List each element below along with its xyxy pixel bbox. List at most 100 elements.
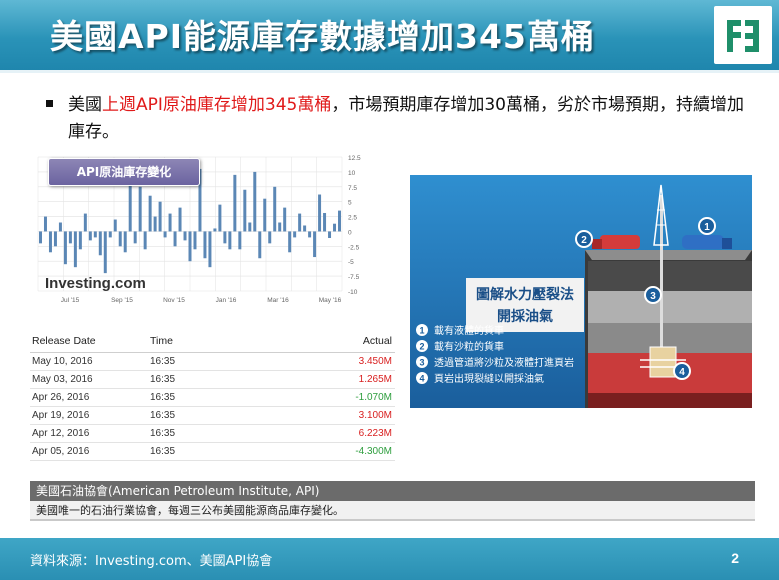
- release-date-cell: Apr 12, 2016: [30, 424, 150, 443]
- chart-bar: [138, 186, 142, 232]
- x-tick-label: Mar '16: [267, 297, 289, 304]
- y-tick-label: -2.5: [348, 244, 360, 251]
- legend-number: 2: [419, 342, 424, 352]
- api-description: 美國唯一的石油行業協會，每週三公布美國能源商品庫存變化。: [30, 501, 755, 521]
- chart-bar: [283, 207, 287, 232]
- illustration-title-line-1: 圖解水力壓裂法: [476, 286, 574, 303]
- chart-bar: [113, 219, 117, 232]
- legend-number: 1: [419, 326, 424, 336]
- legend-text: 頁岩出現裂縫以開採油氣: [434, 372, 544, 385]
- release-date-cell: Apr 05, 2016: [30, 442, 150, 461]
- chart-bar: [313, 231, 317, 258]
- api-heading: 美國石油協會(American Petroleum Institute, API…: [30, 481, 755, 501]
- release-date-cell: May 10, 2016: [30, 352, 150, 371]
- chart-bar: [83, 213, 87, 232]
- legend-item: 4 頁岩出現裂縫以開採油氣: [416, 372, 544, 385]
- header-time: Time: [150, 330, 247, 353]
- chart-bar: [43, 216, 47, 232]
- time-cell: 16:35: [150, 406, 247, 425]
- y-tick-label: 12.5: [348, 155, 361, 162]
- legend-text: 載有液體的貨車: [434, 324, 504, 337]
- release-date-cell: May 03, 2016: [30, 370, 150, 389]
- chart-bar: [58, 222, 62, 232]
- chart-bar: [298, 213, 302, 232]
- chart-bar: [288, 231, 292, 253]
- svg-text:2: 2: [581, 235, 587, 246]
- y-tick-label: 0: [348, 229, 352, 236]
- investing-watermark-text: Investing.com: [45, 275, 146, 292]
- chart-bar: [238, 231, 242, 250]
- marker-4: 4: [673, 362, 691, 380]
- table-row: Apr 12, 2016 16:35 6.223M: [30, 424, 395, 443]
- fubon-logo-icon: [725, 16, 761, 54]
- y-tick-label: -5: [348, 259, 354, 266]
- chart-bar: [38, 231, 42, 244]
- chart-bar: [88, 231, 92, 241]
- investing-watermark: Investing.com: [45, 275, 146, 292]
- chart-bar: [208, 231, 212, 268]
- x-tick-label: Nov '15: [163, 297, 185, 304]
- fracking-diagram: 圖解水力壓裂法 開採油氣 1 2 3 4 1 載有液體的貨車 2 載有沙粒的貨車 3 透過…: [410, 175, 752, 408]
- release-table: Release Date Time Actual May 10, 2016 16:…: [30, 330, 395, 461]
- marker-2: 2: [575, 230, 593, 248]
- legend-item: 3 透過管道將沙粒及液體打進頁岩: [416, 356, 574, 369]
- bullet-prefix: 美國: [68, 95, 102, 115]
- chart-bar: [328, 231, 332, 238]
- chart-bar: [98, 231, 102, 256]
- title-divider: [0, 70, 779, 73]
- marker-1: 1: [698, 217, 716, 235]
- marker-3: 3: [644, 286, 662, 304]
- svg-text:1: 1: [704, 222, 710, 233]
- page-number: 2: [731, 550, 739, 566]
- table-row: Apr 05, 2016 16:35 -4.300M: [30, 442, 395, 461]
- chart-bar: [173, 231, 177, 247]
- chart-bar: [203, 231, 207, 259]
- chart-bar: [123, 231, 127, 253]
- chart-bar: [318, 194, 322, 232]
- chart-bar: [78, 231, 82, 250]
- chart-bar: [323, 212, 327, 232]
- chart-bar: [243, 189, 247, 232]
- legend-number: 3: [419, 358, 424, 368]
- time-cell: 16:35: [150, 352, 247, 371]
- time-cell: 16:35: [150, 370, 247, 389]
- chart-bar: [183, 231, 187, 241]
- illustration-title-line-2: 開採油氣: [497, 308, 553, 325]
- chart-title: API原油庫存變化: [48, 158, 200, 186]
- chart-bar: [333, 223, 337, 232]
- header-release-date: Release Date: [30, 330, 150, 353]
- footer-bar: 資料來源：Investing.com、美國API協會 2: [0, 538, 779, 580]
- svg-text:4: 4: [679, 367, 685, 378]
- bullet-highlight: 上週API原油庫存增加345萬桶: [102, 95, 332, 115]
- legend-text: 載有沙粒的貨車: [434, 340, 504, 353]
- bullet-text: 美國上週API原油庫存增加345萬桶，市場預期庫存增加30萬桶，劣於市場預期，持…: [68, 92, 748, 146]
- chart-bar: [118, 231, 122, 247]
- table-row: Apr 19, 2016 16:35 3.100M: [30, 406, 395, 425]
- fracking-illustration: 圖解水力壓裂法 開採油氣 1 2 3 4 1 載有液體的貨車 2 載有沙粒的貨車 3 透過…: [410, 175, 752, 408]
- chart-bar: [278, 222, 282, 232]
- chart-bar: [338, 210, 342, 232]
- title-bar: 美國API能源庫存數據增加345萬桶: [0, 0, 779, 70]
- chart-bar: [303, 225, 307, 232]
- chart-bar: [178, 207, 182, 232]
- chart-bar: [148, 195, 152, 232]
- chart-bar: [258, 231, 262, 259]
- x-tick-label: Jul '15: [61, 297, 80, 304]
- legend-text: 透過管道將沙粒及液體打進頁岩: [434, 356, 574, 369]
- chart-bar: [108, 231, 112, 238]
- x-tick-label: May '16: [319, 297, 342, 304]
- actual-cell: 1.265M: [246, 370, 395, 389]
- chart-bar: [293, 231, 297, 238]
- chart-bar: [213, 228, 217, 232]
- company-logo: [714, 6, 772, 64]
- y-tick-label: -7.5: [348, 274, 360, 281]
- chart-bar: [48, 231, 52, 253]
- time-cell: 16:35: [150, 388, 247, 407]
- chart-bar: [223, 231, 227, 244]
- chart-bar: [63, 231, 67, 265]
- legend-number: 4: [419, 374, 424, 384]
- chart-bar: [193, 231, 197, 250]
- table-row: Apr 26, 2016 16:35 -1.070M: [30, 388, 395, 407]
- actual-cell: 3.100M: [246, 406, 395, 425]
- slide-title: 美國API能源庫存數據增加345萬桶: [50, 17, 595, 56]
